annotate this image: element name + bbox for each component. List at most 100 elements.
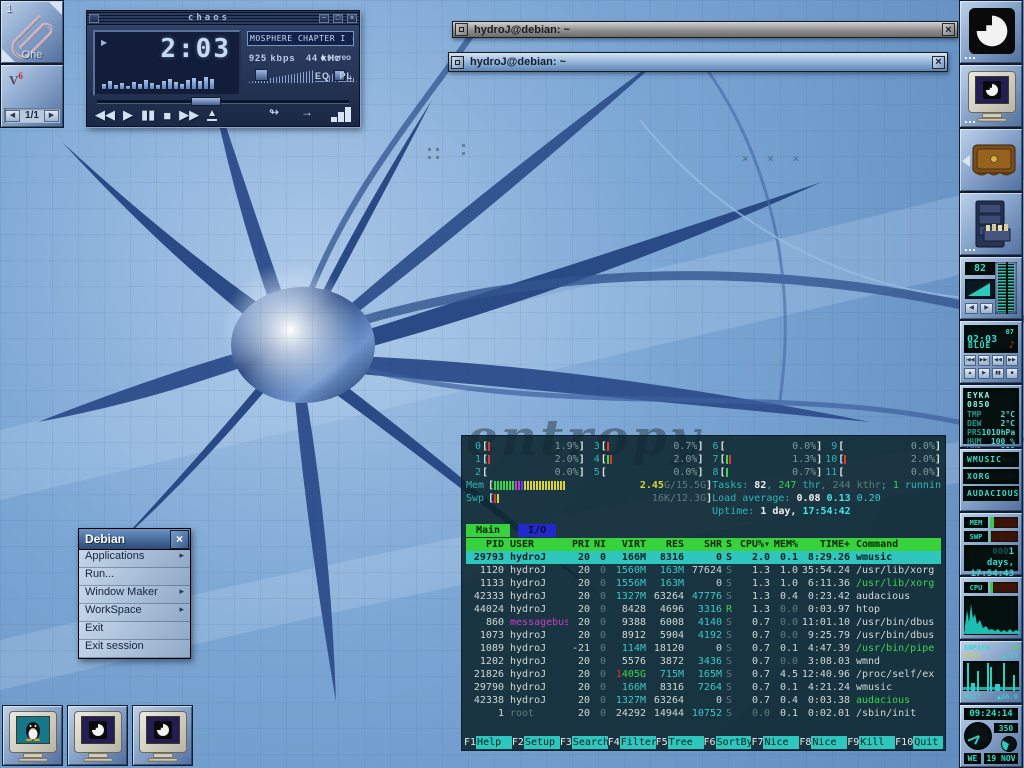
miniwindow-terminal[interactable] xyxy=(2,705,63,766)
terminal-window-1[interactable]: hydroJ@debian: ~ × xyxy=(452,21,958,38)
close-button[interactable]: × xyxy=(942,23,955,36)
process-row[interactable]: 1root200242921494410752S0.00.10:02.01/sb… xyxy=(466,707,941,720)
dock-wmtop[interactable]: WMUSICXORGAUDACIOUS xyxy=(959,448,1023,512)
fkey-sortby[interactable]: F6SortBy xyxy=(704,736,752,749)
music-button[interactable]: ▶▶ xyxy=(1006,355,1018,366)
dock-drawer[interactable] xyxy=(959,128,1023,192)
process-row[interactable]: 42333hydroJ2001327M6326447776S1.30.40:23… xyxy=(466,590,941,603)
dock-weather[interactable]: EYKA 0850 TMP2°CDEW2°CPRS1010hPaHUM100 %… xyxy=(959,384,1023,448)
menu-item-workspace[interactable]: WorkSpace▸ xyxy=(79,604,190,622)
tab-io[interactable]: I/O xyxy=(518,524,556,537)
dock-file-cabinet[interactable] xyxy=(959,192,1023,256)
column-header[interactable]: VIRT xyxy=(606,538,646,551)
terminal-window-2[interactable]: hydroJ@debian: ~ × xyxy=(448,52,948,72)
mixer-volume-wedge[interactable] xyxy=(965,279,995,299)
dock-sysmon[interactable]: MEM SWP 0001 days, 17:54:43 xyxy=(959,512,1023,576)
prev-button[interactable]: ◀◀ xyxy=(95,107,115,123)
dock-wmaker-tile[interactable] xyxy=(959,0,1023,64)
column-header[interactable]: S xyxy=(722,538,736,551)
close-button[interactable]: × xyxy=(932,56,945,69)
fkey-tree[interactable]: F5Tree xyxy=(656,736,704,749)
tab-main[interactable]: Main xyxy=(466,524,510,537)
process-row[interactable]: 1089hydroJ-210114M181200S0.70.14:47.39/u… xyxy=(466,642,941,655)
dock-cpu-monitor[interactable]: CPU xyxy=(959,576,1023,640)
dock-music-player[interactable]: 02:03 07 BLUE ♪ |◀◀▶▶|◀◀▶▶▲▶▮▮■ xyxy=(959,320,1023,384)
fkey-setup[interactable]: F2Setup xyxy=(512,736,560,749)
shade-button[interactable]: □ xyxy=(333,14,343,23)
process-row[interactable]: 21826hydroJ2001405G715M165MS0.74.512:40.… xyxy=(466,668,941,681)
pager-prev-button[interactable]: ◀ xyxy=(5,110,20,122)
seek-bar[interactable] xyxy=(97,100,349,103)
stop-button[interactable]: ■ xyxy=(163,108,171,123)
menu-close-button[interactable]: × xyxy=(170,530,189,549)
process-row[interactable]: 860messagebus200938860084140S0.70.011:01… xyxy=(466,616,941,629)
menu-item-run-[interactable]: Run... xyxy=(79,568,190,586)
dock-clock[interactable]: 09:24:14 350 WE 19 NOV xyxy=(959,704,1023,768)
next-button[interactable]: ▶▶ xyxy=(179,107,199,123)
column-header[interactable]: USER xyxy=(504,538,568,551)
music-button[interactable]: ◀◀ xyxy=(992,355,1004,366)
column-header[interactable]: RES xyxy=(646,538,684,551)
fkey-kill[interactable]: F9Kill xyxy=(847,736,895,749)
column-header[interactable]: SHR xyxy=(684,538,722,551)
column-header[interactable]: NI xyxy=(590,538,606,551)
music-button[interactable]: ▮▮ xyxy=(992,368,1004,379)
fkey-filter[interactable]: F4Filter xyxy=(608,736,656,749)
column-header[interactable]: PRI xyxy=(568,538,590,551)
mixer-next-button[interactable]: ▶ xyxy=(980,303,993,314)
dock-terminal-launcher[interactable] xyxy=(959,64,1023,128)
fkey-nice[interactable]: F7Nice - xyxy=(751,736,799,749)
music-button[interactable]: ▶▶| xyxy=(978,355,990,366)
process-row[interactable]: 1073hydroJ200891259044192S0.70.09:25.79/… xyxy=(466,629,941,642)
miniwindow-wmaker-2[interactable] xyxy=(132,705,193,766)
miniwindow-wmaker-1[interactable] xyxy=(67,705,128,766)
pause-button[interactable]: ▮▮ xyxy=(141,107,155,123)
menu-titlebar[interactable]: Debian × xyxy=(79,529,190,550)
eject-button[interactable]: ▲ xyxy=(207,109,217,121)
mixer-prev-button[interactable]: ◀ xyxy=(965,303,978,314)
process-row[interactable]: 1133hydroJ2001556M163M0S1.31.06:11.36/us… xyxy=(466,577,941,590)
column-header[interactable]: Command xyxy=(850,538,898,551)
menu-item-exit-session[interactable]: Exit session xyxy=(79,640,190,658)
playlist-button[interactable]: PL xyxy=(339,71,353,82)
player-menu-button[interactable] xyxy=(89,14,99,23)
music-button[interactable]: |◀◀ xyxy=(964,355,976,366)
music-button[interactable]: ▶ xyxy=(978,368,990,379)
miniaturize-button[interactable] xyxy=(451,56,464,69)
process-row[interactable]: 29790hydroJ200166M83167264S0.70.14:21.24… xyxy=(466,681,941,694)
shuffle-icon[interactable]: ↬ xyxy=(269,105,279,119)
menu-item-applications[interactable]: Applications▸ xyxy=(79,550,190,568)
fkey-nice[interactable]: F8Nice + xyxy=(799,736,847,749)
repeat-icon[interactable]: → xyxy=(301,105,313,119)
column-header[interactable]: PID xyxy=(466,538,504,551)
process-row[interactable]: 42338hydroJ2001327M632640S0.70.40:03.38a… xyxy=(466,694,941,707)
player-titlebar[interactable]: chaos − □ × xyxy=(87,11,359,25)
pager-next-button[interactable]: ▶ xyxy=(44,110,59,122)
volume-knob[interactable] xyxy=(255,69,268,81)
seek-knob[interactable] xyxy=(191,97,221,106)
menu-item-window-maker[interactable]: Window Maker▸ xyxy=(79,586,190,604)
pager-dockapp[interactable]: V6 ◀ 1/1 ▶ xyxy=(0,64,64,128)
fkey-quit[interactable]: F10Quit xyxy=(895,736,943,749)
dock-mixer[interactable]: 82 ◀ ▶ xyxy=(959,256,1023,320)
equalizer-button[interactable]: EQ xyxy=(315,71,330,82)
column-header[interactable]: TIME+ xyxy=(798,538,850,551)
menu-item-exit[interactable]: Exit xyxy=(79,622,190,640)
fkey-search[interactable]: F3Search xyxy=(560,736,608,749)
process-row[interactable]: 1120hydroJ2001560M163M77624S1.31.035:54.… xyxy=(466,564,941,577)
workspace-clip[interactable]: 1 One xyxy=(0,0,64,64)
fkey-help[interactable]: F1Help xyxy=(464,736,512,749)
column-header[interactable]: MEM% xyxy=(770,538,798,551)
music-button[interactable]: ■ xyxy=(1006,368,1018,379)
dock-net-monitor[interactable]: ENP450 8 ▼345 ▲243 ▼227 ▲66.0 xyxy=(959,640,1023,704)
play-button[interactable]: ▶ xyxy=(123,107,133,123)
process-row[interactable]: 29793hydroJ200166M83160S2.00.18:29.26wmu… xyxy=(466,551,941,564)
miniaturize-button[interactable] xyxy=(455,23,468,36)
minimize-button[interactable]: − xyxy=(319,14,329,23)
process-row[interactable]: 44024hydroJ200842846963316R1.30.00:03.97… xyxy=(466,603,941,616)
column-header[interactable]: CPU%▾ xyxy=(736,538,770,551)
close-button[interactable]: × xyxy=(347,14,357,23)
music-button[interactable]: ▲ xyxy=(964,368,976,379)
process-row[interactable]: 1202hydroJ200557638723436S0.70.03:08.03w… xyxy=(466,655,941,668)
drawer-collapse-arrow-icon[interactable] xyxy=(962,155,970,167)
